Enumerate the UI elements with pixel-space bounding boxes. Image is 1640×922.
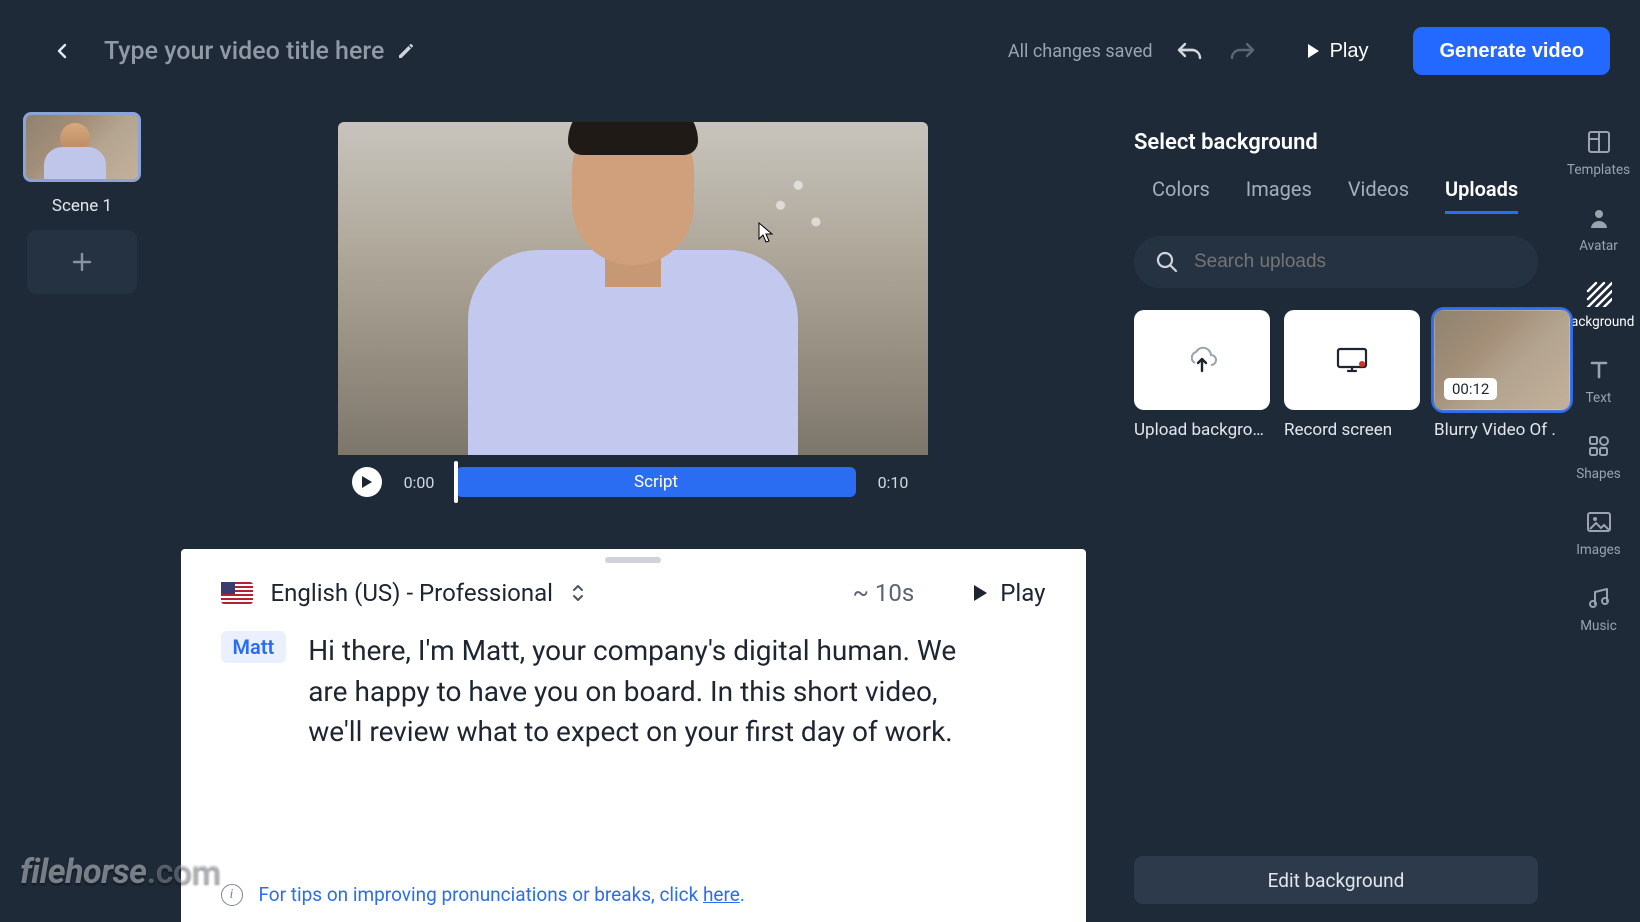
- video-canvas[interactable]: [338, 122, 928, 455]
- clip-duration-badge: 00:12: [1444, 378, 1497, 400]
- current-time: 0:00: [398, 473, 440, 492]
- tip-link[interactable]: here: [703, 883, 740, 906]
- rail-label: Avatar: [1579, 238, 1618, 254]
- rail-avatar[interactable]: Avatar: [1557, 204, 1640, 254]
- templates-icon: [1585, 128, 1613, 156]
- tab-images[interactable]: Images: [1246, 177, 1312, 214]
- background-panel-title: Select background: [1134, 130, 1538, 155]
- uploaded-clip-label: Blurry Video Of P...: [1434, 420, 1570, 440]
- play-icon: [972, 584, 988, 602]
- cloud-upload-icon: [1185, 345, 1219, 375]
- record-screen-tile[interactable]: Record screen: [1284, 310, 1420, 440]
- add-scene-button[interactable]: [27, 230, 137, 294]
- search-uploads-input[interactable]: [1194, 251, 1516, 273]
- undo-button[interactable]: [1171, 33, 1207, 69]
- timeline-track[interactable]: Script: [456, 467, 856, 497]
- music-icon: [1585, 584, 1613, 612]
- header-play-button[interactable]: Play: [1279, 27, 1396, 75]
- script-play-label: Play: [1000, 579, 1045, 607]
- panel-drag-handle[interactable]: [605, 557, 661, 563]
- scene-thumbnail[interactable]: [23, 112, 141, 182]
- player-play-button[interactable]: [352, 467, 382, 497]
- rail-shapes[interactable]: Shapes: [1557, 432, 1640, 482]
- save-status: All changes saved: [1008, 41, 1153, 62]
- rail-templates[interactable]: Templates: [1557, 128, 1640, 178]
- flag-icon: [221, 582, 253, 604]
- video-player: 0:00 Script 0:10: [338, 122, 928, 505]
- background-panel: Select background Colors Images Videos U…: [1116, 102, 1556, 922]
- plus-icon: [71, 251, 93, 273]
- tab-videos[interactable]: Videos: [1348, 177, 1409, 214]
- tab-colors[interactable]: Colors: [1152, 177, 1210, 214]
- chevron-up-down-icon[interactable]: [571, 583, 585, 603]
- background-tabs: Colors Images Videos Uploads: [1134, 177, 1538, 214]
- total-time: 0:10: [872, 473, 914, 492]
- video-title-placeholder[interactable]: Type your video title here: [104, 37, 384, 66]
- info-icon: i: [221, 884, 243, 906]
- duration-estimate: ~ 10s: [853, 579, 915, 607]
- text-icon: [1585, 356, 1613, 384]
- pronunciation-tip: i For tips on improving pronunciations o…: [221, 883, 745, 906]
- upload-background-label: Upload background: [1134, 420, 1270, 440]
- voice-language-selector[interactable]: English (US) - Professional: [271, 579, 553, 607]
- script-panel: English (US) - Professional ~ 10s Play M…: [181, 549, 1086, 922]
- right-tool-rail: Templates Avatar Background Text Shapes …: [1556, 102, 1640, 922]
- record-screen-label: Record screen: [1284, 420, 1420, 440]
- speaker-chip[interactable]: Matt: [221, 631, 287, 663]
- rail-label: Music: [1580, 618, 1617, 634]
- upload-background-tile[interactable]: Upload background: [1134, 310, 1270, 440]
- search-uploads[interactable]: [1134, 236, 1538, 288]
- tip-suffix: .: [740, 883, 745, 906]
- generate-video-button[interactable]: Generate video: [1413, 27, 1610, 75]
- pencil-icon[interactable]: [396, 41, 416, 61]
- tip-text: For tips on improving pronunciations or …: [259, 883, 703, 906]
- rail-label: Background: [1563, 314, 1635, 330]
- search-icon: [1156, 251, 1178, 273]
- rail-label: Text: [1586, 390, 1612, 406]
- rail-music[interactable]: Music: [1557, 584, 1640, 634]
- rail-label: Images: [1576, 542, 1621, 558]
- rail-images[interactable]: Images: [1557, 508, 1640, 558]
- script-play-button[interactable]: Play: [972, 579, 1045, 607]
- uploaded-clip-tile[interactable]: 00:12 Blurry Video Of P...: [1434, 310, 1570, 440]
- edit-background-button[interactable]: Edit background: [1134, 856, 1538, 904]
- image-icon: [1585, 508, 1613, 536]
- avatar-icon: [1585, 204, 1613, 232]
- shapes-icon: [1585, 432, 1613, 460]
- redo-button[interactable]: [1225, 33, 1261, 69]
- playhead[interactable]: [454, 461, 458, 503]
- monitor-icon: [1334, 345, 1370, 375]
- tab-uploads[interactable]: Uploads: [1445, 177, 1518, 214]
- back-button[interactable]: [50, 39, 74, 63]
- cursor-icon: [758, 222, 774, 244]
- scene-label: Scene 1: [52, 196, 112, 216]
- scene-column: Scene 1: [0, 102, 150, 922]
- play-icon: [1306, 43, 1320, 59]
- rail-label: Templates: [1567, 162, 1630, 178]
- background-icon: [1585, 280, 1613, 308]
- script-text-input[interactable]: Hi there, I'm Matt, your company's digit…: [308, 631, 968, 753]
- play-icon: [361, 475, 373, 489]
- header-play-label: Play: [1330, 40, 1369, 63]
- rail-label: Shapes: [1576, 466, 1621, 482]
- script-segment[interactable]: Script: [456, 467, 856, 497]
